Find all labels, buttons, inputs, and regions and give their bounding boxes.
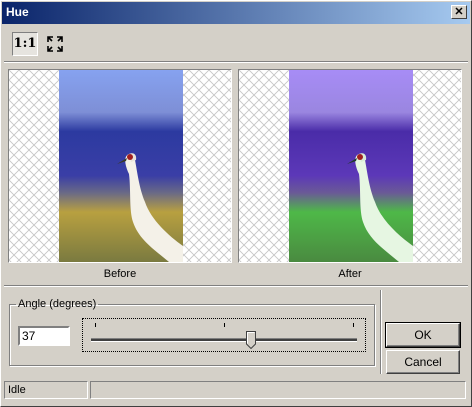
slider-tick — [224, 323, 225, 327]
slider-tick — [353, 323, 354, 327]
status-bar-panel — [90, 381, 466, 399]
before-label: Before — [103, 268, 137, 280]
actual-size-button[interactable]: 1:1 — [12, 32, 38, 56]
after-image — [289, 70, 413, 262]
angle-slider[interactable] — [82, 318, 366, 352]
status-bar-text-panel: Idle — [4, 381, 88, 399]
toolbar-separator — [4, 61, 468, 63]
angle-group-label: Angle (degrees) — [18, 298, 97, 310]
buttons-separator — [380, 290, 382, 374]
close-button[interactable]: ✕ — [451, 5, 467, 19]
angle-input[interactable] — [18, 326, 70, 346]
slider-tick — [95, 323, 96, 327]
after-preview — [238, 69, 462, 263]
before-preview — [8, 69, 232, 263]
dialog-title: Hue — [6, 5, 29, 19]
before-image — [59, 70, 183, 262]
slider-thumb[interactable] — [246, 331, 257, 349]
close-icon: ✕ — [454, 6, 464, 18]
title-bar[interactable]: Hue ✕ — [2, 2, 470, 24]
fit-to-window-icon — [47, 36, 63, 52]
preview-separator — [4, 285, 468, 287]
ok-button[interactable]: OK — [385, 322, 461, 348]
status-text: Idle — [8, 384, 26, 396]
fit-to-window-button[interactable] — [42, 32, 68, 56]
slider-track — [91, 338, 357, 342]
actual-size-icon: 1:1 — [13, 36, 37, 51]
after-label: After — [338, 268, 362, 280]
cancel-button[interactable]: Cancel — [386, 350, 460, 374]
